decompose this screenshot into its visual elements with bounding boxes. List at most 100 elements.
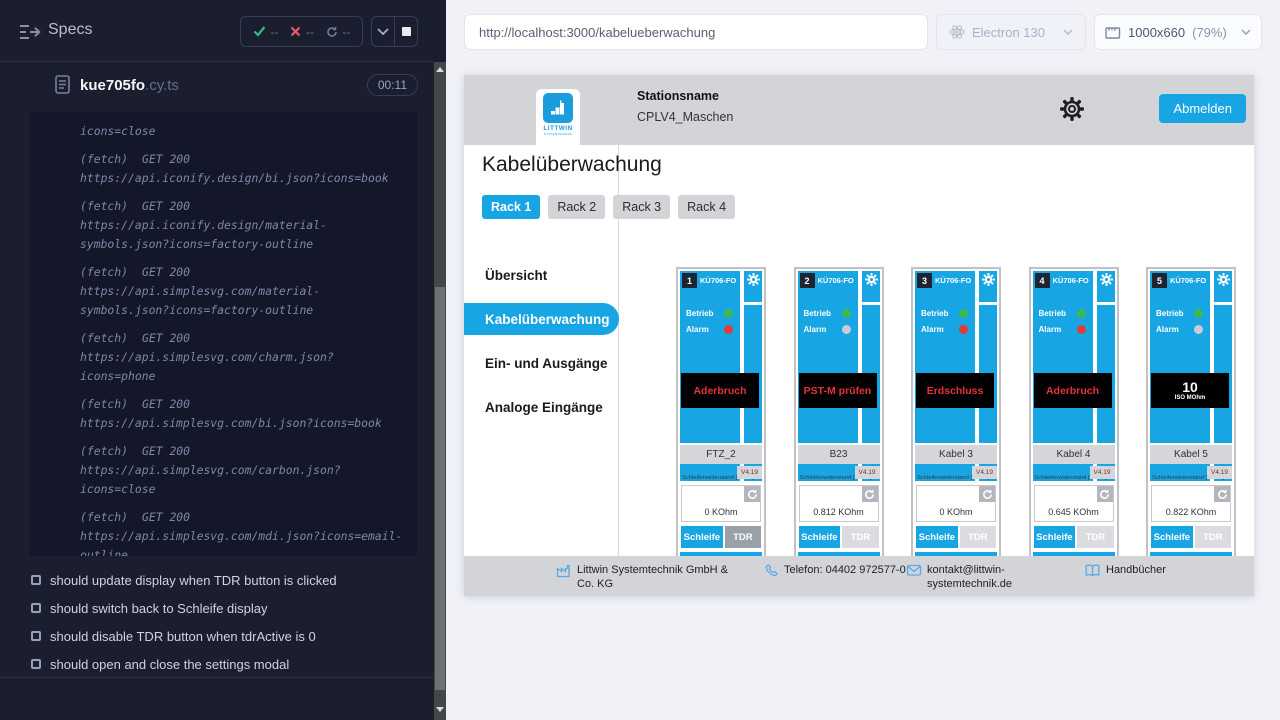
tdr-button[interactable]: TDR	[842, 526, 878, 548]
scrollbar-track[interactable]	[434, 62, 446, 720]
betrieb-led: Betrieb	[1039, 308, 1091, 319]
refresh-button[interactable]	[979, 486, 995, 502]
schleife-button[interactable]: Schleife	[799, 526, 841, 548]
firmware-version: V4.19	[855, 466, 880, 479]
stat-pending: --	[326, 25, 351, 39]
card-settings-gear-icon[interactable]	[982, 273, 995, 291]
device-card-2: 2 KÜ706-FO Betrieb Alarm PST-M prüfen	[794, 267, 884, 577]
network-log[interactable]: icons=close (fetch)GET 200 https://api.i…	[30, 112, 417, 556]
meter-display: 0.822 KOhm	[1151, 485, 1231, 522]
station-name: CPLV4_Maschen	[637, 110, 733, 124]
alarm-led: Alarm	[1156, 324, 1208, 335]
card-body: 4 KÜ706-FO Betrieb Alarm	[1033, 271, 1093, 443]
card-number: 1	[682, 273, 697, 288]
firmware-version: V4.19	[1207, 466, 1232, 479]
refresh-icon	[864, 489, 875, 500]
schleife-button[interactable]: Schleife	[681, 526, 723, 548]
nav-item-kabelueberwachung[interactable]: Kabelüberwachung	[464, 303, 619, 335]
reporter-scrollbar[interactable]	[434, 0, 446, 720]
pending-restart-icon	[326, 26, 338, 38]
card-settings-gear-icon[interactable]	[1100, 273, 1113, 291]
meter-value: 0.822 KOhm	[1152, 507, 1230, 517]
meter-display: 0.645 KOhm	[1034, 485, 1114, 522]
schleife-button[interactable]: Schleife	[916, 526, 958, 548]
nav-item-analoge-eingaenge[interactable]: Analoge Eingänge	[464, 391, 619, 423]
alarm-led-dot	[842, 325, 851, 334]
card-settings-gear-icon[interactable]	[865, 273, 878, 291]
alarm-led: Alarm	[1039, 324, 1091, 335]
card-model: KÜ706-FO	[700, 276, 736, 285]
station-label: Stationsname	[637, 89, 733, 103]
refresh-icon	[1099, 489, 1110, 500]
card-model: KÜ706-FO	[1170, 276, 1206, 285]
scroll-down-icon[interactable]	[436, 707, 444, 712]
alarm-led-dot	[1077, 325, 1086, 334]
cable-name: B23	[798, 445, 880, 464]
app-under-test: LITTWIN SYSTEMTECHNIK Stationsname CPLV4…	[464, 75, 1254, 596]
specs-panel-icon[interactable]	[18, 23, 42, 46]
meter-display: 0 KOhm	[681, 485, 761, 522]
viewport-select[interactable]: 1000x660 (79%)	[1094, 14, 1262, 50]
tab-rack-2[interactable]: Rack 2	[548, 195, 605, 219]
log-entry: (fetch)GET 200 https://api.simplesvg.com…	[80, 329, 408, 386]
sidebar-header: Specs -- -- --	[0, 0, 434, 62]
tdr-button[interactable]: TDR	[725, 526, 761, 548]
tdr-button[interactable]: TDR	[1195, 526, 1231, 548]
alarm-led: Alarm	[921, 324, 973, 335]
passed-check-icon	[253, 26, 266, 37]
test-item[interactable]: should disable TDR button when tdrActive…	[0, 622, 434, 650]
spec-row[interactable]: kue705fo.cy.ts 00:11	[0, 63, 434, 108]
tdr-button[interactable]: TDR	[960, 526, 996, 548]
tab-rack-4[interactable]: Rack 4	[678, 195, 735, 219]
scroll-up-icon[interactable]	[436, 67, 444, 72]
settings-gear-icon[interactable]	[1060, 97, 1084, 126]
browser-select[interactable]: Electron 130	[936, 14, 1086, 50]
meter-display: 0.812 KOhm	[799, 485, 879, 522]
test-pending-icon	[31, 603, 41, 613]
card-settings-gear-icon[interactable]	[747, 273, 760, 291]
app-header: LITTWIN SYSTEMTECHNIK Stationsname CPLV4…	[464, 75, 1254, 145]
app-footer: Littwin Systemtechnik GmbH & Co. KG Tele…	[464, 556, 1254, 596]
card-model: KÜ706-FO	[1053, 276, 1089, 285]
refresh-button[interactable]	[1214, 486, 1230, 502]
status-display: PST-M prüfen	[799, 373, 877, 408]
stop-button[interactable]	[394, 17, 417, 46]
schleife-button[interactable]: Schleife	[1151, 526, 1193, 548]
log-entry: (fetch)GET 200 https://api.simplesvg.com…	[80, 263, 408, 320]
footer-company: Littwin Systemtechnik GmbH & Co. KG	[556, 563, 740, 591]
nav-item-ein-und-ausgaenge[interactable]: Ein- und Ausgänge	[464, 347, 619, 379]
card-number: 3	[917, 273, 932, 288]
runner-controls	[371, 16, 418, 47]
test-item[interactable]: should update display when TDR button is…	[0, 566, 434, 594]
schleife-button[interactable]: Schleife	[1034, 526, 1076, 548]
scrollbar-thumb[interactable]	[435, 287, 445, 690]
test-item[interactable]: should open and close the settings modal	[0, 650, 434, 678]
stat-failed: --	[290, 25, 314, 39]
nav-item-uebersicht[interactable]: Übersicht	[464, 259, 619, 291]
tdr-button[interactable]: TDR	[1077, 526, 1113, 548]
test-item[interactable]: should switch back to Schleife display	[0, 594, 434, 622]
stat-passed: --	[253, 25, 279, 39]
refresh-button[interactable]	[862, 486, 878, 502]
betrieb-led-dot	[959, 309, 968, 318]
refresh-button[interactable]	[744, 486, 760, 502]
page-title: Kabelüberwachung	[482, 153, 662, 177]
logout-button[interactable]: Abmelden	[1159, 94, 1246, 123]
viewport-size-icon	[1105, 25, 1121, 40]
device-cards: 1 KÜ706-FO Betrieb Alarm Aderbruch FT	[676, 267, 1236, 577]
betrieb-led-dot	[724, 309, 733, 318]
card-settings-gear-icon[interactable]	[1217, 273, 1230, 291]
url-input[interactable]	[464, 14, 928, 50]
tab-rack-3[interactable]: Rack 3	[613, 195, 670, 219]
betrieb-led-dot	[1194, 309, 1203, 318]
collapse-chevron-button[interactable]	[372, 17, 394, 46]
chevron-down-icon	[1241, 29, 1251, 35]
footer-email[interactable]: kontakt@littwin-systemtechnik.de	[906, 563, 1032, 591]
card-body: 5 KÜ706-FO Betrieb Alarm	[1150, 271, 1210, 443]
factory-icon	[556, 563, 572, 578]
refresh-button[interactable]	[1097, 486, 1113, 502]
log-entry: (fetch)GET 200 https://api.iconify.desig…	[80, 150, 408, 188]
card-side-top	[862, 271, 880, 302]
tab-rack-1[interactable]: Rack 1	[482, 195, 540, 219]
footer-manuals[interactable]: Handbücher	[1084, 563, 1204, 577]
